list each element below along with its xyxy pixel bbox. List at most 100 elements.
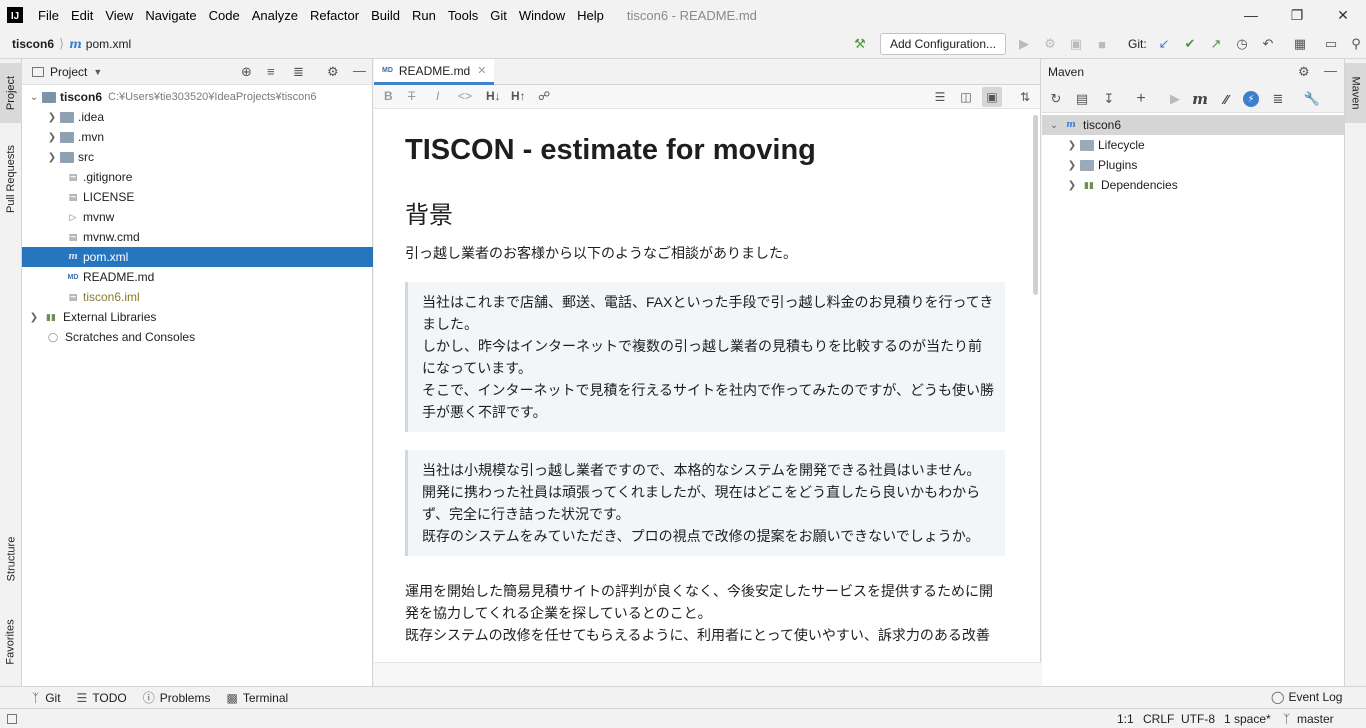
file-encoding[interactable]: UTF-8 [1181, 712, 1215, 726]
project-structure-icon[interactable]: ▦ [1291, 35, 1309, 53]
tab-readme[interactable]: MD README.md ✕ [374, 59, 495, 85]
preview-only-icon[interactable]: ▣ [982, 87, 1002, 107]
reload-icon[interactable]: ↻ [1047, 90, 1065, 108]
tree-node-mvn[interactable]: ❯ .mvn [22, 127, 373, 147]
tree-node-mvnw[interactable]: ▷ mvnw [22, 207, 373, 227]
tree-node-gitignore[interactable]: ▤ .gitignore [22, 167, 373, 187]
close-icon[interactable]: ✕ [1320, 0, 1366, 30]
line-separator[interactable]: CRLF [1143, 712, 1174, 726]
chevron-down-icon[interactable]: ⌄ [28, 92, 40, 103]
toggle-offline-icon[interactable]: ∕∕ [1217, 90, 1235, 108]
chevron-right-icon[interactable]: ❯ [28, 312, 40, 323]
tool-tab-todo[interactable]: ☰ TODO [77, 691, 127, 705]
menu-window[interactable]: Window [514, 8, 570, 23]
breadcrumb-project[interactable]: tiscon6 [12, 37, 54, 51]
tool-tab-problems[interactable]: ⓘ Problems [143, 689, 211, 706]
git-branch[interactable]: master [1297, 712, 1334, 726]
skip-tests-icon[interactable]: ⚡ [1243, 91, 1259, 107]
header-icon[interactable]: H↓ [486, 89, 501, 103]
chevron-right-icon[interactable]: ❯ [46, 152, 58, 163]
chevron-right-icon[interactable]: ❯ [46, 112, 58, 123]
download-icon[interactable]: ↧ [1100, 90, 1118, 108]
git-push-icon[interactable]: ↗ [1207, 35, 1225, 53]
run-anything-icon[interactable]: ▭ [1322, 35, 1340, 53]
toggle-tool-windows-icon[interactable] [7, 714, 17, 724]
chevron-right-icon[interactable]: ❯ [1066, 180, 1078, 191]
tool-tab-project[interactable]: Project [0, 63, 22, 123]
collapse-all-icon[interactable]: ≣ [293, 64, 304, 80]
restore-icon[interactable]: ❐ [1274, 0, 1320, 30]
tool-tab-maven[interactable]: Maven [1345, 63, 1366, 123]
menu-tools[interactable]: Tools [443, 8, 483, 23]
menu-view[interactable]: View [100, 8, 138, 23]
tool-tab-pull-requests[interactable]: Pull Requests [0, 131, 22, 227]
scroll-sync-icon[interactable]: ⇅ [1015, 87, 1035, 107]
tool-tab-favorites[interactable]: Favorites [0, 607, 22, 677]
tree-node-readme[interactable]: MD README.md [22, 267, 373, 287]
chevron-down-icon[interactable]: ⌄ [1048, 120, 1060, 131]
build-hammer-icon[interactable]: ⚒ [851, 35, 869, 53]
code-icon[interactable]: <> [458, 89, 472, 103]
generate-sources-icon[interactable]: ▤ [1073, 90, 1091, 108]
locate-icon[interactable]: ⊕ [241, 64, 252, 80]
menu-help[interactable]: Help [572, 8, 609, 23]
close-tab-icon[interactable]: ✕ [477, 64, 486, 77]
tool-tab-git[interactable]: ᛉ Git [32, 691, 61, 705]
project-panel-title[interactable]: Project [50, 65, 87, 79]
tree-node-iml[interactable]: ▤ tiscon6.iml [22, 287, 373, 307]
caret-position[interactable]: 1:1 [1117, 712, 1134, 726]
tree-node-external-libraries[interactable]: ❯ ▮▮ External Libraries [22, 307, 373, 327]
coverage-icon[interactable]: ▣ [1067, 35, 1085, 53]
collapse-all-icon[interactable]: ≣ [1269, 90, 1287, 108]
minimize-icon[interactable]: — [1228, 0, 1274, 30]
maven-node-plugins[interactable]: ❯ Plugins [1042, 155, 1344, 175]
git-commit-icon[interactable]: ✔ [1181, 35, 1199, 53]
rollback-icon[interactable]: ↶ [1259, 35, 1277, 53]
settings-gear-icon[interactable]: ⚙ [1298, 64, 1310, 80]
hide-panel-icon[interactable]: — [1324, 63, 1337, 78]
editor-horizontal-scrollbar[interactable] [374, 662, 1041, 686]
chevron-down-icon[interactable]: ▼ [93, 67, 102, 77]
tool-tab-terminal[interactable]: ▩ Terminal [226, 691, 288, 705]
bold-icon[interactable]: B [384, 89, 393, 103]
tree-node-pom-xml[interactable]: m pom.xml [22, 247, 373, 267]
tree-node-src[interactable]: ❯ src [22, 147, 373, 167]
settings-gear-icon[interactable]: ⚙ [327, 64, 339, 80]
menu-edit[interactable]: Edit [66, 8, 98, 23]
strikethrough-icon[interactable]: T [408, 89, 415, 103]
menu-code[interactable]: Code [204, 8, 245, 23]
execute-goal-icon[interactable]: m [1191, 90, 1209, 108]
menu-refactor[interactable]: Refactor [305, 8, 364, 23]
menu-navigate[interactable]: Navigate [140, 8, 201, 23]
debug-icon[interactable]: ⚙ [1041, 35, 1059, 53]
tool-tab-structure[interactable]: Structure [0, 523, 22, 595]
indent-setting[interactable]: 1 space* [1224, 712, 1271, 726]
maven-node-lifecycle[interactable]: ❯ Lifecycle [1042, 135, 1344, 155]
menu-build[interactable]: Build [366, 8, 405, 23]
menu-analyze[interactable]: Analyze [247, 8, 303, 23]
header-up-icon[interactable]: H↑ [511, 89, 526, 103]
tree-node-tiscon6[interactable]: ⌄ tiscon6 C:¥Users¥tie303520¥IdeaProject… [22, 87, 373, 107]
maven-node-tiscon6[interactable]: ⌄ m tiscon6 [1042, 115, 1344, 135]
stop-icon[interactable]: ■ [1093, 35, 1111, 53]
add-icon[interactable]: + [1132, 90, 1150, 108]
tool-tab-event-log[interactable]: ◯ Event Log [1271, 690, 1342, 704]
hide-panel-icon[interactable]: — [353, 63, 366, 78]
expand-all-icon[interactable]: ≡ [267, 64, 275, 79]
editor-scrollbar[interactable] [1033, 115, 1038, 295]
add-configuration-button[interactable]: Add Configuration... [880, 33, 1006, 55]
tree-node-license[interactable]: ▤ LICENSE [22, 187, 373, 207]
tree-node-mvnw-cmd[interactable]: ▤ mvnw.cmd [22, 227, 373, 247]
editor-only-icon[interactable]: ☰ [930, 87, 950, 107]
git-update-icon[interactable]: ↙ [1155, 35, 1173, 53]
chevron-right-icon[interactable]: ❯ [1066, 160, 1078, 171]
breadcrumb-file[interactable]: pom.xml [86, 37, 131, 51]
tree-node-scratches[interactable]: ◯ Scratches and Consoles [22, 327, 373, 347]
link-icon[interactable]: ☍ [538, 89, 550, 103]
maven-node-dependencies[interactable]: ❯ ▮▮ Dependencies [1042, 175, 1344, 195]
chevron-right-icon[interactable]: ❯ [46, 132, 58, 143]
run-icon[interactable]: ▶ [1015, 35, 1033, 53]
wrench-icon[interactable]: 🔧 [1303, 90, 1321, 108]
tree-node-idea[interactable]: ❯ .idea [22, 107, 373, 127]
history-icon[interactable]: ◷ [1233, 35, 1251, 53]
